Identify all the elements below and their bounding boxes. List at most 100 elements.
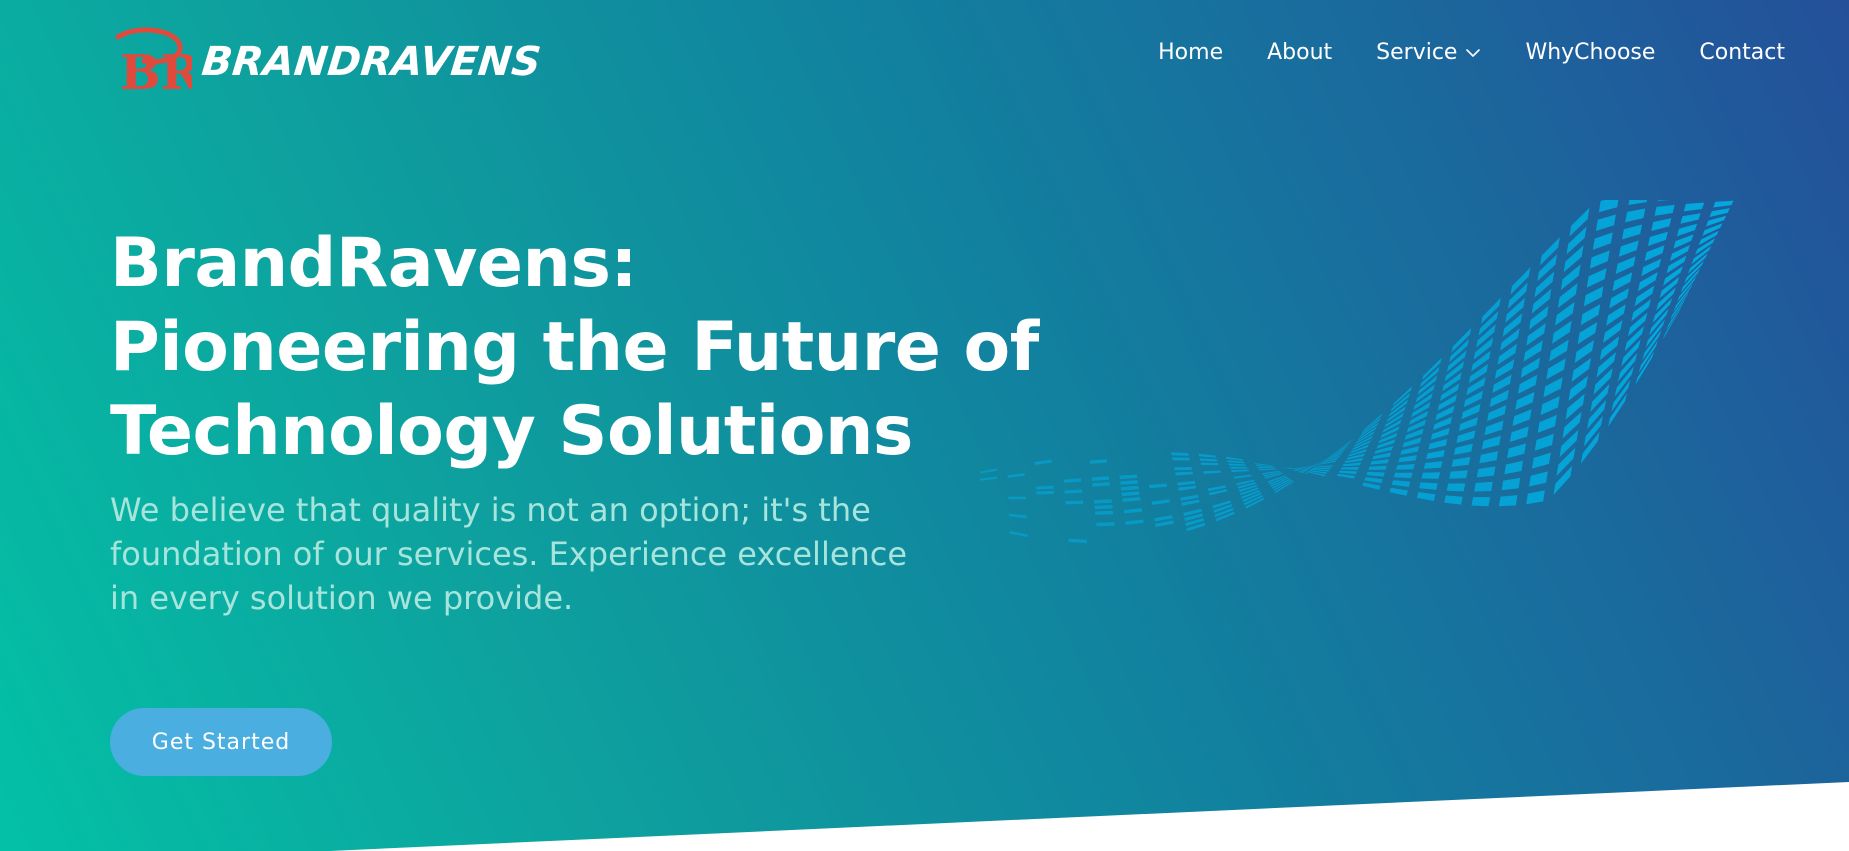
hero-subtitle: We believe that quality is not an option… bbox=[110, 491, 908, 617]
brand-logo[interactable]: BR BRANDRAVENS bbox=[110, 26, 543, 98]
wave-tile bbox=[1565, 393, 1585, 420]
wave-tile bbox=[1529, 471, 1548, 487]
wave-tile bbox=[1599, 336, 1620, 361]
wave-tile bbox=[1370, 459, 1389, 465]
wave-tile bbox=[1036, 490, 1054, 495]
wave-tile bbox=[1526, 490, 1545, 505]
wave-tile bbox=[1092, 482, 1110, 487]
wave-tile bbox=[1456, 430, 1476, 443]
wave-tile bbox=[1580, 304, 1601, 326]
wave-tile bbox=[1391, 480, 1411, 487]
wave-tile bbox=[1487, 405, 1507, 422]
get-started-button[interactable]: Get Started bbox=[110, 708, 332, 776]
wave-tile bbox=[1363, 413, 1383, 432]
wave-tile bbox=[1589, 250, 1610, 269]
chevron-down-icon bbox=[1466, 48, 1481, 57]
wave-tile bbox=[1120, 480, 1138, 485]
wave-tile bbox=[1451, 456, 1471, 467]
wave-tile bbox=[1340, 467, 1359, 470]
headline-line-3: Technology Solutions bbox=[110, 392, 913, 471]
wave-tile bbox=[1498, 495, 1518, 507]
wave-tile bbox=[1009, 531, 1028, 537]
wave-tile bbox=[1175, 471, 1194, 476]
nav-contact[interactable]: Contact bbox=[1699, 40, 1785, 65]
wave-tile bbox=[1454, 443, 1473, 455]
wave-tile bbox=[1233, 474, 1252, 479]
wave-tile bbox=[1396, 464, 1415, 470]
wave-tile bbox=[1398, 455, 1417, 463]
wave-tile bbox=[1568, 375, 1588, 401]
wave-tile bbox=[1673, 234, 1694, 249]
wave-tile bbox=[1400, 446, 1420, 455]
wave-tile bbox=[1555, 301, 1575, 326]
wave-tile bbox=[1512, 409, 1532, 426]
wave-tile bbox=[1231, 469, 1250, 473]
wave-tile bbox=[1471, 497, 1491, 507]
wave-tile bbox=[1151, 499, 1170, 505]
wave-tile bbox=[1481, 435, 1501, 450]
wave-tile bbox=[1064, 489, 1083, 494]
wave-tile bbox=[1155, 520, 1174, 527]
wave-tile bbox=[1670, 245, 1690, 261]
nav-contact-label: Contact bbox=[1699, 40, 1785, 65]
wave-tile bbox=[1125, 519, 1144, 525]
wave-tile bbox=[1177, 480, 1196, 486]
wave-tile bbox=[1366, 471, 1385, 477]
wave-tile bbox=[1592, 232, 1613, 250]
wave-tile bbox=[980, 476, 998, 481]
nav-about-label: About bbox=[1267, 40, 1333, 65]
wave-tile bbox=[1203, 470, 1222, 474]
nav-whychoose[interactable]: WhyChoose bbox=[1525, 40, 1655, 65]
wave-tile bbox=[1534, 433, 1554, 451]
wave-tile bbox=[1095, 510, 1114, 515]
wave-tile bbox=[1318, 460, 1337, 465]
wave-tile bbox=[1531, 452, 1551, 469]
wave-tile bbox=[1257, 467, 1276, 469]
wave-tile bbox=[1333, 438, 1353, 454]
wave-tile bbox=[1615, 256, 1636, 274]
wave-tile bbox=[1180, 494, 1199, 501]
wave-tile bbox=[1662, 306, 1682, 340]
wave-tile bbox=[1583, 286, 1604, 307]
wave-tile bbox=[1437, 394, 1457, 411]
wave-tile bbox=[1680, 213, 1701, 224]
wave-tile bbox=[1618, 240, 1639, 257]
wave-tile bbox=[1669, 290, 1690, 321]
wave-tile bbox=[1426, 450, 1445, 460]
wave-tile bbox=[1336, 473, 1356, 479]
nav-service-dropdown[interactable]: Service bbox=[1376, 40, 1481, 65]
wave-tile bbox=[1200, 462, 1219, 466]
wave-tile bbox=[1119, 474, 1138, 480]
wave-tile bbox=[1676, 223, 1698, 237]
wave-tile bbox=[1526, 323, 1546, 346]
brand-name: BRANDRAVENS bbox=[199, 39, 543, 85]
wave-tile bbox=[1421, 472, 1441, 479]
nav-home[interactable]: Home bbox=[1158, 40, 1223, 65]
wave-tile bbox=[1034, 459, 1052, 465]
wave-tile bbox=[1416, 492, 1436, 501]
wave-tile bbox=[1428, 438, 1448, 450]
wave-tile bbox=[1474, 481, 1493, 492]
wave-tile bbox=[1091, 476, 1110, 481]
wave-grid-illustration bbox=[980, 200, 1734, 544]
wave-tile bbox=[1569, 207, 1590, 237]
wave-tile bbox=[1713, 200, 1734, 208]
wave-tile bbox=[1446, 483, 1466, 492]
wave-tile bbox=[1563, 245, 1584, 273]
wave-tile bbox=[1123, 508, 1143, 514]
wave-tile bbox=[1534, 271, 1555, 298]
nav-service-label: Service bbox=[1376, 40, 1458, 65]
wave-tile bbox=[1419, 482, 1438, 490]
wave-tile bbox=[1342, 462, 1361, 467]
wave-tile bbox=[1479, 451, 1499, 464]
wave-tile bbox=[1423, 461, 1443, 469]
wave-tile bbox=[1571, 358, 1591, 382]
wave-tile bbox=[1036, 485, 1054, 490]
wave-tile bbox=[980, 468, 997, 474]
wave-tile bbox=[1225, 456, 1244, 461]
wave-tile bbox=[1089, 459, 1108, 464]
wave-tile bbox=[1606, 304, 1626, 326]
wave-tile bbox=[1368, 465, 1387, 470]
wave-tile bbox=[1093, 499, 1112, 504]
nav-about[interactable]: About bbox=[1267, 40, 1332, 65]
